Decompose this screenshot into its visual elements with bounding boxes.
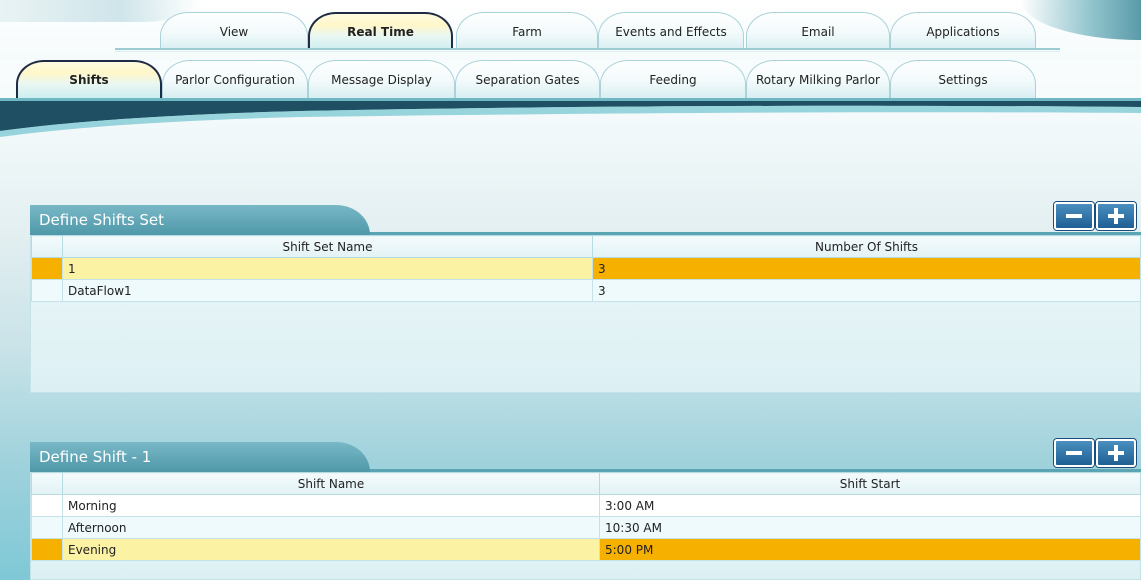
tab-divider [115,48,1060,50]
table-row[interactable]: Afternoon 10:30 AM [31,516,1141,539]
shift-start-cell[interactable]: 10:30 AM [599,516,1141,539]
column-header-shift-name[interactable]: Shift Name [62,472,600,495]
plus-icon [1108,445,1124,461]
tab-events-and-effects[interactable]: Events and Effects [598,12,744,50]
row-selector-header [31,472,63,495]
sub-tab-bar: Shifts Parlor Configuration Message Disp… [0,60,1141,100]
subtab-feeding[interactable]: Feeding [600,60,746,98]
table-header-row: Shift Set Name Number Of Shifts [31,235,1141,258]
shift-name-cell[interactable]: Afternoon [62,516,600,539]
section-title: Define Shifts Set [30,205,370,235]
tab-applications[interactable]: Applications [890,12,1036,50]
tab-email[interactable]: Email [746,12,890,50]
tab-view[interactable]: View [160,12,308,50]
subtab-parlor-configuration[interactable]: Parlor Configuration [162,60,308,98]
number-of-shifts-cell[interactable]: 3 [592,257,1141,280]
shift-sets-panel: Define Shifts Set Shift Set Name Number … [30,202,1141,393]
shift-sets-actions [1054,202,1136,230]
add-shift-set-button[interactable] [1096,202,1136,230]
shift-start-cell[interactable]: 3:00 AM [599,494,1141,517]
row-selector-header [31,235,63,258]
shift-name-cell[interactable]: Evening [62,538,600,561]
shift-start-cell[interactable]: 5:00 PM [599,538,1141,561]
decorative-wave [0,101,1141,137]
shifts-header: Define Shift - 1 [30,439,1141,472]
subtab-shifts[interactable]: Shifts [16,60,162,98]
shift-name-cell[interactable]: Morning [62,494,600,517]
section-title: Define Shift - 1 [30,442,370,472]
row-selector[interactable] [31,538,63,561]
column-header-shift-set-name[interactable]: Shift Set Name [62,235,593,258]
row-selector[interactable] [31,279,63,302]
subtab-separation-gates[interactable]: Separation Gates [455,60,600,98]
remove-shift-set-button[interactable] [1054,202,1094,230]
number-of-shifts-cell[interactable]: 3 [592,279,1141,302]
row-selector[interactable] [31,257,63,280]
minus-icon [1066,214,1082,218]
remove-shift-button[interactable] [1054,439,1094,467]
table-header-row: Shift Name Shift Start [31,472,1141,495]
table-row[interactable]: Evening 5:00 PM [31,538,1141,561]
tab-real-time[interactable]: Real Time [308,12,453,50]
add-shift-button[interactable] [1096,439,1136,467]
shifts-actions [1054,439,1136,467]
shift-sets-table: Shift Set Name Number Of Shifts 1 3 Data… [31,235,1141,302]
row-selector[interactable] [31,494,63,517]
table-row[interactable]: DataFlow1 3 [31,279,1141,302]
shift-sets-grid-area: Shift Set Name Number Of Shifts 1 3 Data… [30,235,1141,393]
column-header-shift-start[interactable]: Shift Start [599,472,1141,495]
shift-set-name-cell[interactable]: DataFlow1 [62,279,593,302]
tab-farm[interactable]: Farm [456,12,598,50]
row-selector[interactable] [31,516,63,539]
main-tab-bar: View Real Time Farm Events and Effects E… [0,12,1141,52]
minus-icon [1066,451,1082,455]
shift-set-name-cell[interactable]: 1 [62,257,593,280]
subtab-settings[interactable]: Settings [890,60,1036,98]
subtab-message-display[interactable]: Message Display [308,60,455,98]
shifts-panel: Define Shift - 1 Shift Name Shift Start … [30,439,1141,580]
tab-divider-highlight [115,51,1060,52]
shift-sets-header: Define Shifts Set [30,202,1141,235]
subtab-rotary-milking-parlor[interactable]: Rotary Milking Parlor [746,60,890,98]
plus-icon [1108,208,1124,224]
shifts-table: Shift Name Shift Start Morning 3:00 AM A… [31,472,1141,561]
table-row[interactable]: 1 3 [31,257,1141,280]
shifts-grid-area: Shift Name Shift Start Morning 3:00 AM A… [30,472,1141,580]
table-row[interactable]: Morning 3:00 AM [31,494,1141,517]
column-header-number-of-shifts[interactable]: Number Of Shifts [592,235,1141,258]
